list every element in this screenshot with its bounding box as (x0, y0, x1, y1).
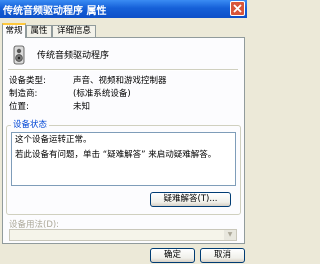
manufacturer-label: 制造商: (9, 89, 38, 99)
device-status-text[interactable]: 这个设备运转正常。 若此设备有问题，单击 “疑难解答” 来启动疑难解答。 (11, 132, 236, 186)
ok-button[interactable]: 确定 (150, 248, 195, 263)
general-panel: 传统音频驱动程序 设备类型: 声音、视频和游戏控制器 制造商: (标准系统设备)… (2, 37, 245, 244)
device-type-label: 设备类型: (9, 76, 46, 86)
title-bar[interactable]: 传统音频驱动程序 属性 (0, 0, 247, 18)
location-label: 位置: (9, 102, 29, 112)
device-status-group: 设备状态 这个设备运转正常。 若此设备有问题，单击 “疑难解答” 来启动疑难解答… (6, 120, 241, 215)
tab-general[interactable]: 常规 (2, 23, 26, 38)
device-name: 传统音频驱动程序 (37, 51, 110, 61)
tab-details[interactable]: 详细信息 (52, 25, 96, 37)
troubleshoot-button[interactable]: 疑难解答(T)... (150, 192, 231, 207)
device-status-title: 设备状态 (11, 120, 50, 130)
chevron-down-icon: ▼ (224, 230, 236, 240)
close-button[interactable] (230, 1, 245, 16)
speaker-icon (13, 45, 25, 65)
window-title: 传统音频驱动程序 属性 (3, 6, 107, 17)
location-value: 未知 (73, 102, 91, 112)
tab-properties[interactable]: 属性 (26, 25, 52, 37)
device-usage-select[interactable]: ▼ (9, 229, 237, 241)
close-icon (233, 4, 242, 13)
status-line-1: 这个设备运转正常。 (15, 135, 92, 145)
device-type-value: 声音、视频和游戏控制器 (73, 76, 167, 86)
status-line-2: 若此设备有问题，单击 “疑难解答” 来启动疑难解答。 (15, 150, 217, 160)
manufacturer-value: (标准系统设备) (73, 89, 131, 99)
divider (8, 69, 238, 71)
cancel-button[interactable]: 取消 (200, 248, 245, 263)
